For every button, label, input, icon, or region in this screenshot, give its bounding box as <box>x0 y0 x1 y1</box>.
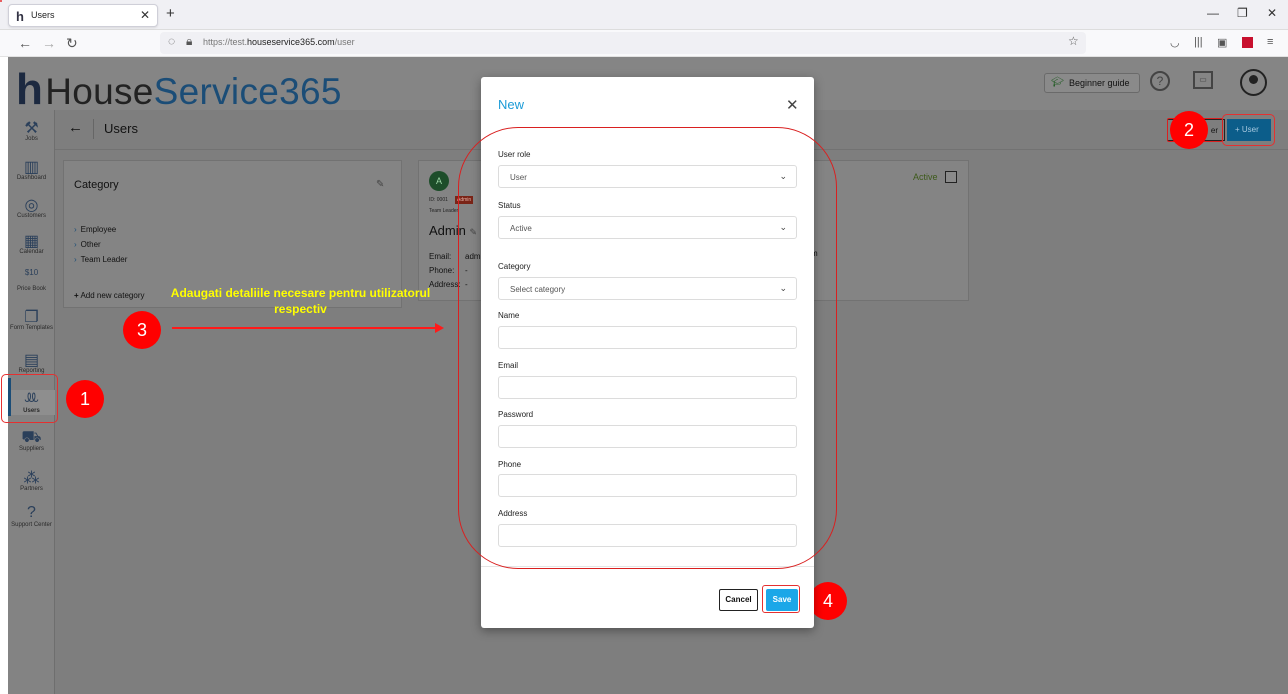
status-checkbox[interactable] <box>945 171 957 183</box>
plus-icon: + <box>74 291 79 300</box>
sidebar-item-form-templates[interactable]: ❐ Form Templates <box>8 307 55 332</box>
tab-label: Users <box>31 10 55 20</box>
annotation-box-save <box>762 585 800 613</box>
email-label: Email: <box>429 252 452 261</box>
sidebar-item-reporting[interactable]: ▤ Reporting <box>8 350 55 375</box>
chevron-right-icon: › <box>74 255 77 264</box>
add-category-button[interactable]: + Add new category <box>74 291 145 300</box>
sidebar-item-label: Price Book <box>16 286 46 292</box>
modal-title: New <box>498 97 525 112</box>
sidebar-item-label: Customers <box>16 213 46 219</box>
pricebook-icon: $10 <box>24 268 39 277</box>
sidebar-item-label: Dashboard <box>16 175 47 181</box>
customers-icon: ◎ <box>24 197 39 214</box>
user-id: ID: 0001 <box>429 197 448 203</box>
sidebar-item-jobs[interactable]: ⚒ Jobs <box>8 118 55 143</box>
user-avatar: A <box>429 171 449 191</box>
sidebar-item-label: Partners <box>20 486 43 492</box>
annotation-step-2: 2 <box>1170 111 1208 149</box>
sidebar-item-label: Calendar <box>19 249 44 255</box>
browser-nav-bar: ← → ↻ ◌ 🔒︎ https://test.houseservice365.… <box>0 30 1288 57</box>
minimize-icon[interactable]: — <box>1207 6 1219 20</box>
support-icon: ? <box>27 504 36 521</box>
annotation-step-1: 1 <box>66 380 104 418</box>
annotation-arrow <box>172 323 444 333</box>
browser-tab-bar: h Users ✕ + — ❐ ✕ <box>0 0 1288 30</box>
shield-icon: ◌ <box>168 34 176 48</box>
forward-arrow-icon[interactable]: → <box>42 35 56 51</box>
restore-icon[interactable]: ❐ <box>1237 6 1248 20</box>
profile-avatar-icon[interactable] <box>1240 69 1267 96</box>
truck-icon: ⛟ <box>21 429 42 446</box>
annotation-box-add-user <box>1222 114 1275 146</box>
folder-icon[interactable]: ▭ <box>1193 71 1213 89</box>
calendar-icon: ▦ <box>23 233 40 250</box>
chevron-right-icon: › <box>74 225 77 234</box>
category-item-employee[interactable]: › Employee <box>74 225 116 234</box>
annotation-ellipse-form <box>458 127 837 569</box>
back-arrow-icon[interactable]: ← <box>18 35 32 51</box>
browser-tab[interactable]: h Users ✕ <box>8 4 158 27</box>
help-icon[interactable]: ? <box>1150 71 1170 91</box>
reload-icon[interactable]: ↻ <box>66 35 78 52</box>
favicon-icon: h <box>16 9 24 24</box>
pocket-icon[interactable]: ◡ <box>1170 36 1180 49</box>
reporting-icon: ▤ <box>23 352 40 369</box>
annotation-box <box>0 0 2 2</box>
bookmark-star-icon[interactable]: ☆ <box>1068 34 1079 48</box>
close-window-icon[interactable]: ✕ <box>1267 6 1277 20</box>
close-icon[interactable]: ✕ <box>786 96 799 114</box>
sidebar-item-customers[interactable]: ◎ Customers <box>8 195 55 220</box>
sidebar-item-support-center[interactable]: ? Support Center <box>8 504 55 529</box>
annotation-box-users <box>1 374 58 423</box>
library-icon[interactable]: ||| <box>1194 36 1203 48</box>
menu-icon[interactable]: ≡ <box>1267 36 1273 48</box>
beginner-guide-button[interactable]: 🎓︎ Beginner guide <box>1044 73 1140 93</box>
lock-icon: 🔒︎ <box>186 34 193 48</box>
category-title: Category <box>74 179 119 191</box>
address-bar[interactable]: ◌ 🔒︎ https://test.houseservice365.com/us… <box>160 32 1086 54</box>
partners-icon: ⁂ <box>23 470 40 487</box>
annotation-instruction: Adaugati detaliile necesare pentru utili… <box>170 286 431 316</box>
status-label: Active <box>913 172 938 182</box>
sidebar-item-dashboard[interactable]: ▥ Dashboard <box>8 157 55 182</box>
cancel-button[interactable]: Cancel <box>719 589 758 611</box>
houseservice-logo: hHouseService365 <box>16 65 342 114</box>
tools-icon: ⚒ <box>24 120 39 137</box>
sidebar-toggle-icon[interactable]: ▣ <box>1217 36 1227 49</box>
category-item-other[interactable]: › Other <box>74 240 101 249</box>
chart-icon: ▥ <box>23 159 40 176</box>
url-text: https://test.houseservice365.com/user <box>203 37 355 47</box>
extension-icon[interactable] <box>1242 37 1253 48</box>
sidebar-item-suppliers[interactable]: ⛟ Suppliers <box>8 428 55 453</box>
chevron-right-icon: › <box>74 240 77 249</box>
sidebar-item-label: Suppliers <box>18 446 44 452</box>
sidebar-item-calendar[interactable]: ▦ Calendar <box>8 231 55 256</box>
category-item-team-leader[interactable]: › Team Leader <box>74 255 127 264</box>
beginner-guide-label: Beginner guide <box>1069 78 1130 88</box>
annotation-step-4: 4 <box>809 582 847 620</box>
sidebar-item-partners[interactable]: ⁂ Partners <box>8 468 55 493</box>
sidebar-item-label: Jobs <box>25 136 38 142</box>
phone-label: Phone: <box>429 266 455 275</box>
sidebar-item-label: Form Templates <box>10 325 53 331</box>
sidebar-item-label: Support Center <box>11 522 52 528</box>
close-tab-icon[interactable]: ✕ <box>140 8 150 22</box>
new-tab-icon[interactable]: + <box>166 5 175 22</box>
graduation-cap-icon: 🎓︎ <box>1051 77 1064 88</box>
form-icon: ❐ <box>24 309 39 326</box>
sidebar-item-price-book[interactable]: $10 Price Book <box>8 268 55 293</box>
edit-pencil-icon[interactable]: ✎ <box>376 179 384 190</box>
page-title: Users <box>104 121 138 136</box>
back-arrow-icon[interactable]: ← <box>68 119 83 136</box>
divider <box>93 119 94 139</box>
user-category: Team Leader <box>429 208 459 214</box>
